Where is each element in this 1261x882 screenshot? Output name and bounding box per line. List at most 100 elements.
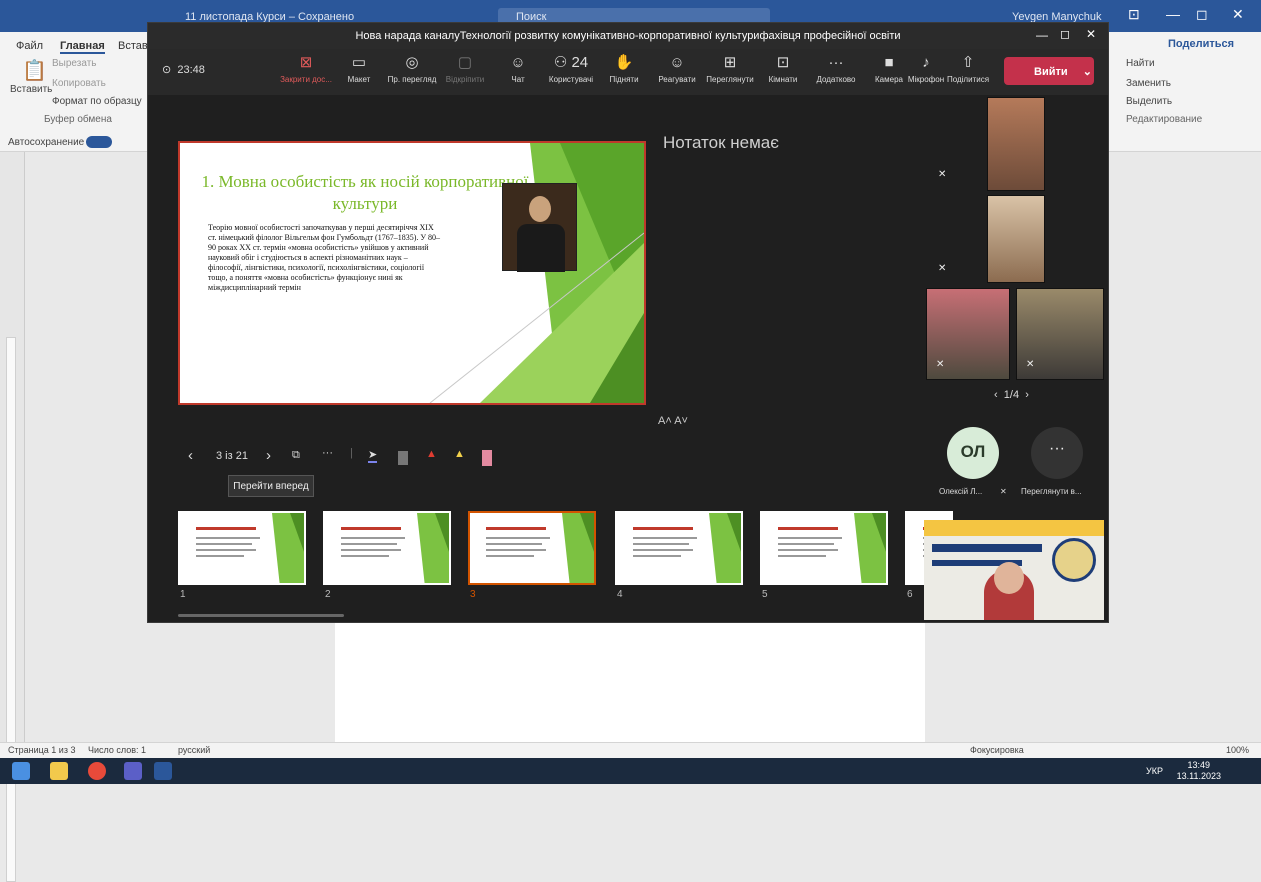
participant-video-1[interactable] bbox=[987, 97, 1045, 191]
teams-close-button[interactable]: ✕ bbox=[1086, 27, 1096, 41]
toolbar-icon: ▢ bbox=[457, 54, 473, 71]
minimize-button[interactable]: — bbox=[1166, 6, 1180, 22]
toolbar-button-8[interactable]: ⊞ Переглянути bbox=[702, 53, 758, 84]
pen-gray-icon[interactable] bbox=[398, 451, 408, 465]
toolbar-button-5[interactable]: ⚇ 24 Користувачі bbox=[543, 53, 599, 84]
portrait-face bbox=[529, 196, 551, 222]
toolbar-button-1[interactable]: ▭ Макет bbox=[331, 53, 387, 84]
previous-slide-button[interactable]: ‹ bbox=[188, 447, 193, 464]
toolbar-label: Реагувати bbox=[658, 75, 696, 84]
thumbnail-art bbox=[196, 513, 304, 583]
thumbnail-scrollbar[interactable] bbox=[178, 614, 344, 617]
paste-label[interactable]: Вставить bbox=[10, 84, 52, 95]
page-count[interactable]: Страница 1 из 3 bbox=[8, 745, 75, 755]
thumbnail-number: 4 bbox=[617, 589, 623, 600]
toolbar-icon: ⊞ bbox=[723, 54, 737, 71]
toolbar-label: Кімнати bbox=[768, 75, 798, 84]
replace-button[interactable]: Заменить bbox=[1126, 78, 1171, 89]
toolbar-button-9[interactable]: ⊡ Кімнати bbox=[755, 53, 811, 84]
toolbar-icon: ⊠ bbox=[299, 54, 313, 71]
word-icon[interactable] bbox=[154, 762, 172, 780]
pointer-tool-icon[interactable]: ➤ bbox=[368, 448, 378, 463]
focus-mode[interactable]: Фокусировка bbox=[970, 745, 1024, 755]
participant-pager[interactable]: ‹ 1/4 › bbox=[994, 389, 1029, 401]
slide-thumbnail[interactable] bbox=[178, 511, 306, 585]
leave-dropdown-icon[interactable]: ⌄ bbox=[1083, 66, 1092, 78]
taskbar: УКР 13:49 13.11.2023 bbox=[0, 758, 1261, 784]
ribbon-display-icon[interactable]: ⊡ bbox=[1128, 6, 1140, 23]
meeting-title: Нова нарада каналуТехнології розвитку ко… bbox=[355, 30, 901, 42]
word-count[interactable]: Число слов: 1 bbox=[88, 745, 146, 755]
select-button[interactable]: Выделить bbox=[1126, 96, 1172, 107]
toolbar-button-6[interactable]: ✋ Підняти bbox=[596, 53, 652, 84]
more-participants-button[interactable]: ··· bbox=[1031, 427, 1083, 479]
more-options-icon[interactable]: ··· bbox=[322, 447, 333, 459]
participant-avatar[interactable]: ОЛ bbox=[947, 427, 999, 479]
view-more-label[interactable]: Переглянути в... bbox=[1021, 487, 1082, 496]
zoom-level[interactable]: 100% bbox=[1226, 745, 1249, 755]
toolbar-button-0[interactable]: ⊠ Закрити дос... bbox=[278, 53, 334, 84]
toolbar-button-3[interactable]: ▢ Відкріпити bbox=[437, 53, 493, 84]
clipboard-group-label: Буфер обмена bbox=[44, 114, 112, 125]
toolbar-button-13[interactable]: ⇧ Поділитися bbox=[940, 53, 996, 84]
toolbar-label: Відкріпити bbox=[445, 75, 485, 84]
paste-icon[interactable]: 📋 bbox=[22, 58, 47, 83]
teams-titlebar: Нова нарада каналуТехнології розвитку ко… bbox=[148, 23, 1108, 49]
slide-thumbnail[interactable] bbox=[468, 511, 596, 585]
slide-thumbnail[interactable] bbox=[760, 511, 888, 585]
input-language[interactable]: УКР bbox=[1146, 766, 1163, 776]
find-button[interactable]: Найти bbox=[1126, 58, 1155, 69]
document-page[interactable] bbox=[335, 622, 925, 742]
tooltip: Перейти вперед bbox=[228, 475, 314, 497]
menu-home[interactable]: Главная bbox=[60, 40, 105, 54]
autosave-toggle[interactable] bbox=[86, 136, 112, 148]
toolbar-icon: ⊡ bbox=[776, 54, 790, 71]
thumbnail-number: 3 bbox=[470, 589, 476, 600]
thumbnail-number: 1 bbox=[180, 589, 186, 600]
chrome-icon[interactable] bbox=[88, 762, 106, 780]
presenter-video[interactable] bbox=[924, 520, 1104, 620]
pen-red-icon[interactable]: ▲ bbox=[426, 448, 437, 460]
toolbar-icon: ☺ bbox=[669, 54, 685, 71]
toolbar-button-4[interactable]: ☺ Чат bbox=[490, 53, 546, 84]
share-button[interactable]: Поделиться bbox=[1168, 38, 1234, 50]
thumbnail-art bbox=[633, 513, 741, 583]
portrait-body bbox=[517, 224, 565, 272]
presenter-face bbox=[994, 562, 1024, 594]
file-explorer-icon[interactable] bbox=[50, 762, 68, 780]
meeting-toolbar: ⊙ 23:48 ⊠ Закрити дос... ▭ Макет ◎ Пр. перегл… bbox=[148, 49, 1108, 95]
slide-thumbnail[interactable] bbox=[615, 511, 743, 585]
highlighter-icon[interactable]: ▲ bbox=[454, 448, 465, 460]
participant-video-2[interactable] bbox=[987, 195, 1045, 283]
status-bar: Страница 1 из 3 Число слов: 1 русский Фо… bbox=[0, 742, 1261, 758]
format-painter-button[interactable]: Формат по образцу bbox=[52, 96, 142, 107]
toolbar-icon: ☺ bbox=[510, 54, 526, 71]
toolbar-icon: ✋ bbox=[614, 54, 634, 71]
cut-button[interactable]: Вырезать bbox=[52, 58, 96, 69]
eraser-icon[interactable] bbox=[482, 450, 492, 466]
notes-font-size-controls[interactable]: A˄ A˅ bbox=[658, 415, 688, 427]
maximize-button[interactable]: ◻ bbox=[1196, 6, 1208, 23]
next-slide-button[interactable]: › bbox=[266, 447, 271, 464]
slide-counter: 3 із 21 bbox=[216, 450, 248, 462]
toolbar-button-7[interactable]: ☺ Реагувати bbox=[649, 53, 705, 84]
toolbar-label: Закрити дос... bbox=[280, 75, 332, 84]
slide-thumbnail[interactable] bbox=[323, 511, 451, 585]
start-icon[interactable] bbox=[12, 762, 30, 780]
slide-body: Теорію мовної особистості започаткував у… bbox=[208, 223, 441, 292]
toolbar-button-10[interactable]: ··· Додатково bbox=[808, 53, 864, 84]
close-button[interactable]: ✕ bbox=[1232, 6, 1244, 23]
teams-maximize-button[interactable]: ◻ bbox=[1060, 27, 1070, 41]
menu-file[interactable]: Файл bbox=[16, 40, 43, 52]
language-status[interactable]: русский bbox=[178, 745, 210, 755]
thumbnail-number: 2 bbox=[325, 589, 331, 600]
leave-button[interactable]: Вийти ⌄ bbox=[1004, 57, 1094, 85]
teams-icon[interactable] bbox=[124, 762, 142, 780]
copy-button[interactable]: Копировать bbox=[52, 78, 106, 89]
toolbar-button-2[interactable]: ◎ Пр. перегляд bbox=[384, 53, 440, 84]
slide-grid-icon[interactable]: ⧉ bbox=[292, 449, 300, 462]
banner-text-bar bbox=[932, 544, 1042, 552]
clock[interactable]: 13:49 13.11.2023 bbox=[1177, 760, 1221, 782]
teams-minimize-button[interactable]: — bbox=[1036, 28, 1048, 42]
thumbnail-art bbox=[341, 513, 449, 583]
